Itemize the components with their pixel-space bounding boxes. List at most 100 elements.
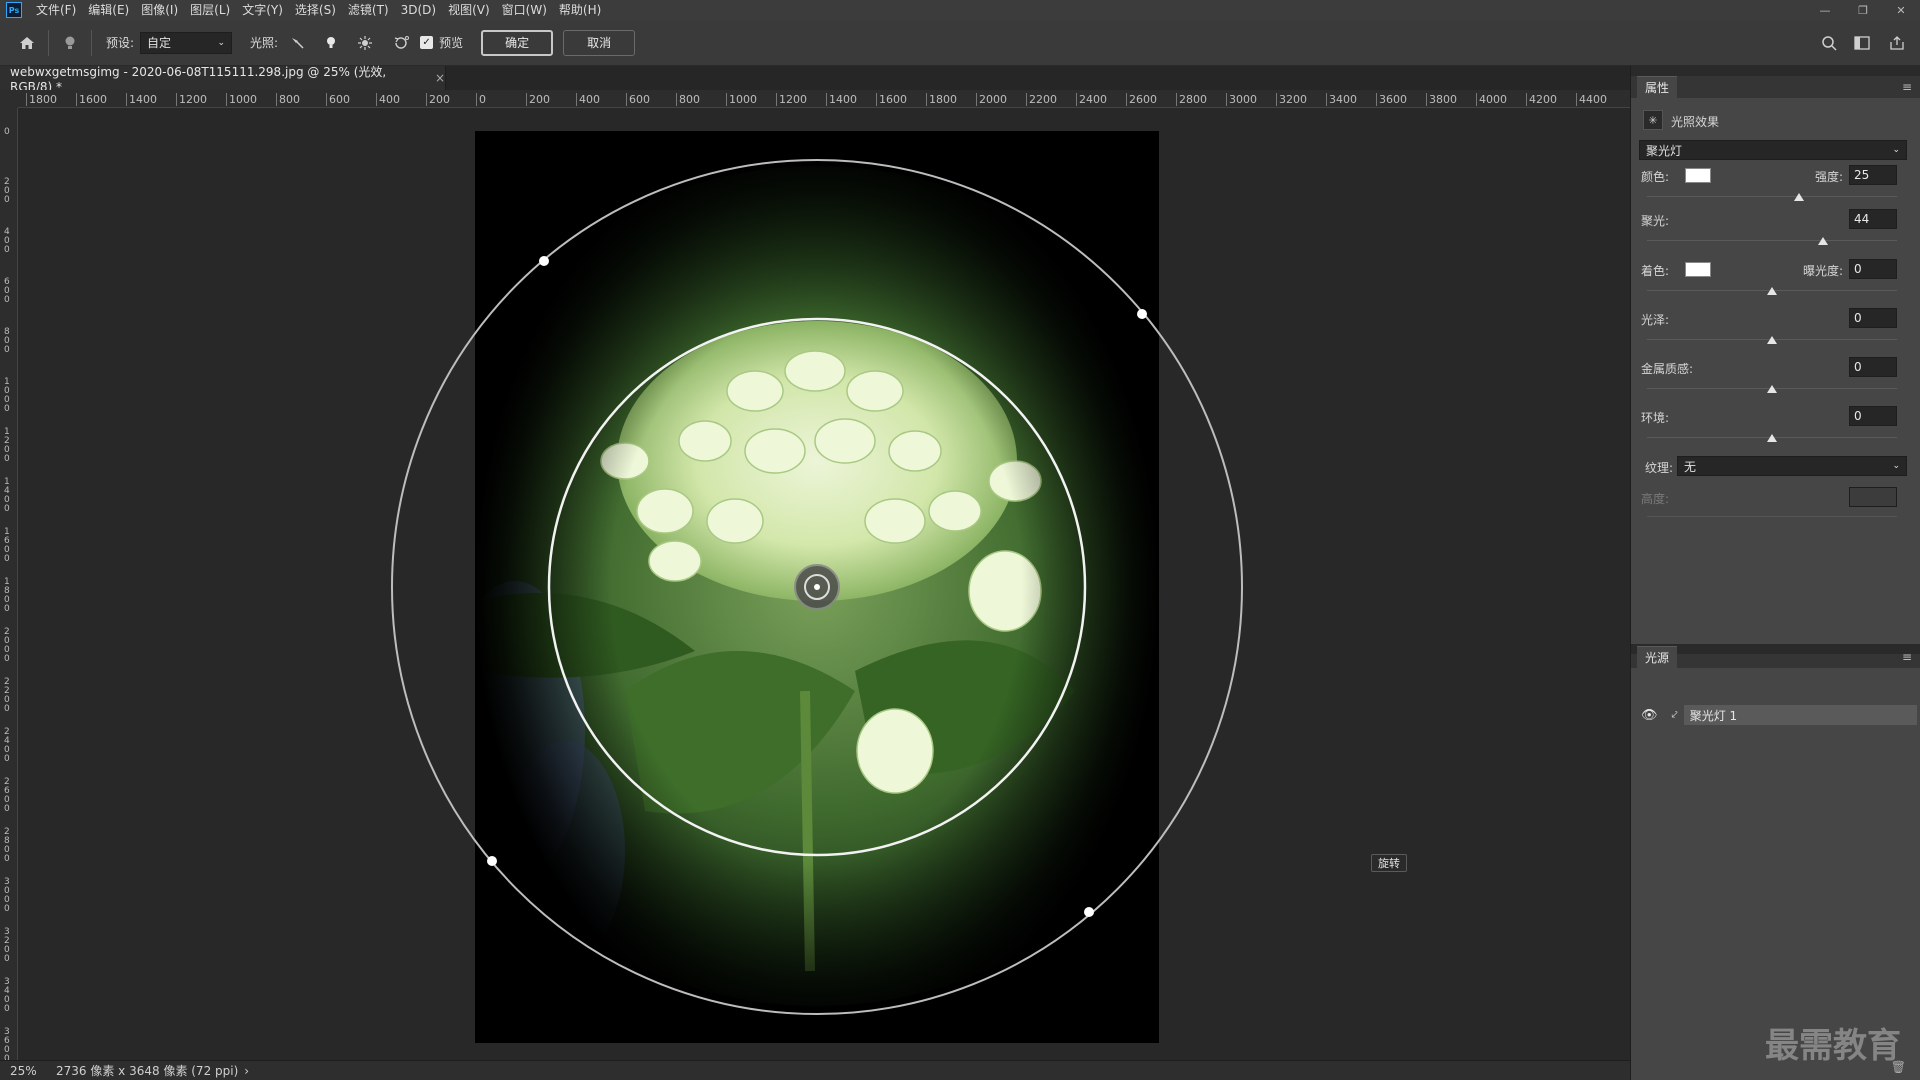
light-color-swatch[interactable]	[1685, 168, 1711, 183]
texture-select[interactable]: 无 ⌄	[1677, 456, 1907, 476]
light-item-label: 聚光灯 1	[1683, 705, 1917, 725]
menu-type[interactable]: 文字(Y)	[236, 0, 289, 20]
ruler-tick-label: 400	[576, 93, 600, 106]
menu-file[interactable]: 文件(F)	[30, 0, 82, 20]
watermark-text: 最需教育	[1765, 1026, 1901, 1066]
share-icon[interactable]	[1884, 30, 1910, 56]
menu-view[interactable]: 视图(V)	[442, 0, 496, 20]
vertical-ruler[interactable]: 0 200 400 600 800 1000 1200 1400 1600 1800 2000 220…	[0, 108, 18, 1060]
infinite-light-icon[interactable]	[352, 30, 378, 56]
ruler-tick-label: 600	[626, 93, 650, 106]
gloss-slider-thumb[interactable]	[1767, 336, 1777, 344]
menu-layer[interactable]: 图层(L)	[184, 0, 236, 20]
gloss-input[interactable]: 0	[1849, 308, 1897, 328]
tab-lights[interactable]: 光源	[1637, 646, 1678, 668]
ruler-tick-label: 1600	[76, 93, 107, 106]
home-icon[interactable]	[14, 30, 40, 56]
restore-icon[interactable]: ❐	[1844, 0, 1882, 20]
document-tab[interactable]: webwxgetmsgimg - 2020-06-08T115111.298.j…	[0, 65, 446, 94]
metallic-slider-thumb[interactable]	[1767, 385, 1777, 393]
ruler-tick-label: 2600	[1126, 93, 1157, 106]
photoshop-logo: Ps	[6, 2, 22, 18]
ruler-tick-label: 1000	[726, 93, 757, 106]
canvas-area[interactable]: 旋转	[18, 108, 1630, 1060]
preset-select[interactable]: 自定 ⌄	[140, 31, 233, 54]
intensity-input[interactable]: 25	[1849, 165, 1897, 185]
panel-menu-icon[interactable]: ≡	[1902, 80, 1912, 94]
reset-light-icon[interactable]	[388, 30, 414, 56]
ruler-tick-label: 1400	[126, 93, 157, 106]
ruler-tick-label: 3400	[1326, 93, 1357, 106]
menu-3d[interactable]: 3D(D)	[395, 0, 442, 20]
light-list-item[interactable]: 👁 ⤦ 聚光灯 1	[1641, 705, 1917, 725]
ruler-tick-label: 1600	[876, 93, 907, 106]
height-label: 高度:	[1641, 492, 1670, 506]
close-tab-icon[interactable]: ×	[435, 71, 445, 85]
preview-label: 预览	[439, 36, 464, 50]
ruler-tick-label: 200	[4, 177, 10, 205]
hotspot-input[interactable]: 44	[1849, 209, 1897, 229]
chevron-down-icon: ⌄	[217, 37, 226, 48]
ruler-tick-label: 3000	[1226, 93, 1257, 106]
hotspot-slider-thumb[interactable]	[1818, 237, 1828, 245]
workspace-icon[interactable]	[1850, 30, 1876, 56]
zoom-level[interactable]: 25%	[10, 1064, 44, 1078]
menu-edit[interactable]: 编辑(E)	[82, 0, 135, 20]
ambience-input[interactable]: 0	[1849, 406, 1897, 426]
close-window-icon[interactable]: ✕	[1882, 0, 1920, 20]
chevron-down-icon: ⌄	[1892, 461, 1900, 471]
exposure-slider-thumb[interactable]	[1767, 287, 1777, 295]
visibility-eye-icon[interactable]: 👁	[1641, 708, 1658, 723]
colorize-label: 着色:	[1641, 264, 1670, 278]
ruler-tick-label: 1200	[4, 427, 10, 464]
search-icon[interactable]	[1816, 30, 1842, 56]
ambience-slider-thumb[interactable]	[1767, 434, 1777, 442]
menu-select[interactable]: 选择(S)	[289, 0, 342, 20]
menu-filter[interactable]: 滤镜(T)	[342, 0, 395, 20]
tab-properties[interactable]: 属性	[1637, 76, 1678, 98]
document-info: 2736 像素 x 3648 像素 (72 ppi)	[56, 1064, 239, 1078]
ruler-tick-label: 1200	[776, 93, 807, 106]
light-overlay[interactable]	[18, 108, 1630, 1060]
metallic-input[interactable]: 0	[1849, 357, 1897, 377]
minimize-icon[interactable]: —	[1806, 0, 1844, 20]
rotate-tooltip: 旋转	[1371, 854, 1407, 872]
window-controls: — ❐ ✕	[1806, 0, 1920, 20]
ruler-tick-label: 2200	[4, 677, 10, 714]
colorize-swatch[interactable]	[1685, 262, 1711, 277]
menu-help[interactable]: 帮助(H)	[553, 0, 607, 20]
menu-window[interactable]: 窗口(W)	[496, 0, 553, 20]
ruler-tick-label: 800	[4, 327, 10, 355]
lights-panel-menu-icon[interactable]: ≡	[1902, 650, 1912, 664]
cancel-button[interactable]: 取消	[563, 29, 636, 56]
horizontal-ruler[interactable]: 1800 1600 1400 1200 1000 800 600 400 200 0 200 400 6…	[18, 90, 1630, 108]
exposure-input[interactable]: 0	[1849, 259, 1897, 279]
light-type-select[interactable]: 聚光灯 ⌄	[1639, 140, 1907, 160]
status-arrow-icon[interactable]: ›	[244, 1064, 249, 1078]
height-input	[1849, 487, 1897, 507]
texture-value: 无	[1684, 459, 1697, 474]
ruler-tick-label: 400	[4, 227, 10, 255]
spotlight-icon: ⤦	[1671, 708, 1678, 721]
status-bar: 25% 2736 像素 x 3648 像素 (72 ppi) ›	[0, 1060, 1630, 1080]
spotlight-icon[interactable]	[284, 30, 310, 56]
menu-image[interactable]: 图像(I)	[135, 0, 184, 20]
lighting-effects-icon: ✳	[1643, 110, 1663, 130]
point-light-icon[interactable]	[318, 30, 344, 56]
ruler-tick-label: 1800	[26, 93, 57, 106]
ruler-tick-label: 3200	[4, 927, 10, 964]
ruler-corner	[0, 90, 18, 108]
ruler-tick-label: 1400	[826, 93, 857, 106]
intensity-slider-track[interactable]	[1647, 196, 1897, 197]
height-slider-track	[1647, 516, 1897, 517]
preset-value: 自定	[147, 36, 172, 50]
ruler-tick-label: 1600	[4, 527, 10, 564]
intensity-slider-thumb[interactable]	[1794, 193, 1804, 201]
hotspot-slider-track[interactable]	[1647, 240, 1897, 241]
ruler-tick-label: 1000	[4, 377, 10, 414]
preview-checkbox[interactable]: ✓	[420, 36, 434, 49]
options-bar: 预设: 自定 ⌄ 光照: ✓ 预览 确定 取消	[0, 20, 1920, 66]
ok-button[interactable]: 确定	[481, 29, 554, 56]
menu-bar: Ps 文件(F) 编辑(E) 图像(I) 图层(L) 文字(Y) 选择(S) 滤…	[0, 0, 1920, 20]
light-bulb-tool-icon[interactable]	[57, 30, 83, 56]
